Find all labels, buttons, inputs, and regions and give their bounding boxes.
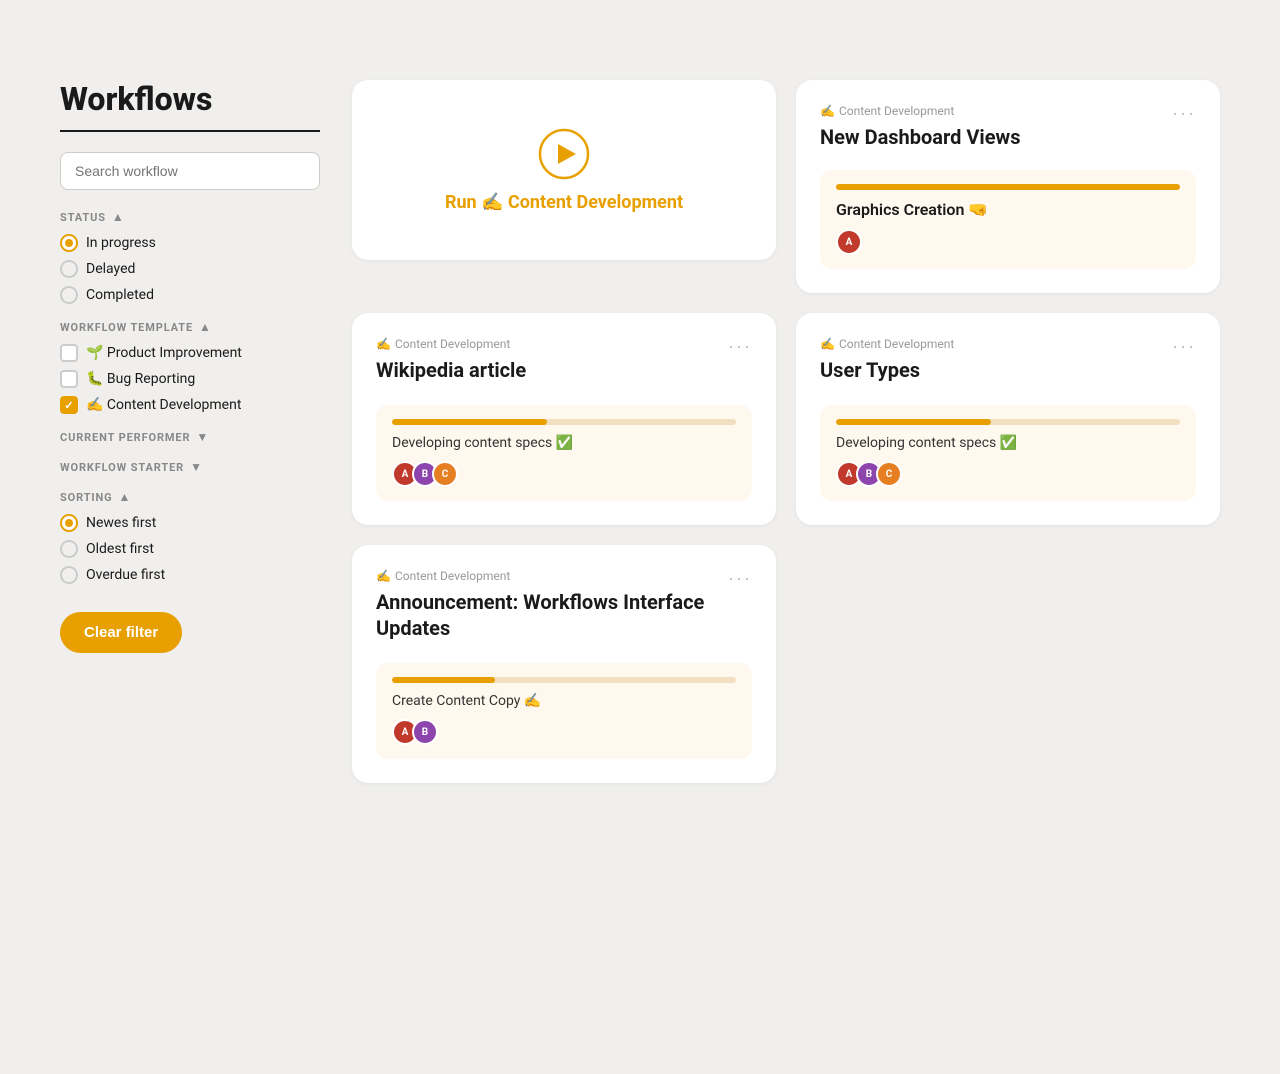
task-card: Graphics Creation 🤜 A — [820, 170, 1196, 269]
avatar: C — [432, 461, 458, 487]
template-checkbox-content[interactable] — [60, 396, 78, 414]
sorting-radio-oldest[interactable] — [60, 540, 78, 558]
more-options-button[interactable]: ··· — [728, 337, 752, 355]
title-divider — [60, 130, 320, 132]
status-radio-completed[interactable] — [60, 286, 78, 304]
card-header: ✍️ Content Development Announcement: Wor… — [376, 569, 752, 655]
card-meta: ✍️ Content Development — [820, 337, 954, 351]
task-name: Developing content specs ✅ — [836, 435, 1180, 451]
status-radio-delayed[interactable] — [60, 260, 78, 278]
meta-icon: ✍️ — [820, 337, 835, 351]
search-input[interactable] — [60, 152, 320, 190]
progress-fill — [392, 677, 495, 683]
sorting-filter-label[interactable]: SORTING ▲ — [60, 490, 320, 504]
progress-fill — [836, 419, 991, 425]
card-title: Wikipedia article — [376, 357, 526, 383]
wikipedia-card: ✍️ Content Development Wikipedia article… — [352, 313, 776, 525]
starter-filter: WORKFLOW STARTER ▼ — [60, 460, 320, 474]
card-header: ✍️ Content Development User Types ··· — [820, 337, 1196, 397]
meta-icon: ✍️ — [376, 569, 391, 583]
sidebar: Workflows STATUS ▲ In progress Delayed C… — [60, 80, 320, 653]
task-name: Graphics Creation 🤜 — [836, 200, 1180, 219]
announcement-card: ✍️ Content Development Announcement: Wor… — [352, 545, 776, 783]
performer-filter-label[interactable]: CURRENT PERFORMER ▼ — [60, 430, 320, 444]
meta-icon: ✍️ — [820, 104, 835, 118]
progress-fill — [392, 419, 547, 425]
meta-icon: ✍️ — [376, 337, 391, 351]
avatar: A — [836, 229, 862, 255]
avatar: B — [412, 719, 438, 745]
card-title: Announcement: Workflows Interface Update… — [376, 589, 728, 641]
template-filter: WORKFLOW TEMPLATE ▲ 🌱 Product Improvemen… — [60, 320, 320, 414]
progress-bar-container — [392, 419, 736, 425]
card-title: New Dashboard Views — [820, 124, 1020, 150]
more-options-button[interactable]: ··· — [1172, 104, 1196, 122]
performer-chevron-icon: ▼ — [196, 430, 209, 444]
performer-filter: CURRENT PERFORMER ▼ — [60, 430, 320, 444]
template-checkbox-product[interactable] — [60, 344, 78, 362]
avatar-group: A — [836, 229, 1180, 255]
starter-chevron-icon: ▼ — [190, 460, 203, 474]
sorting-option-newest[interactable]: Newes first — [60, 514, 320, 532]
sorting-option-oldest[interactable]: Oldest first — [60, 540, 320, 558]
card-title: User Types — [820, 357, 954, 383]
card-header: ✍️ Content Development Wikipedia article… — [376, 337, 752, 397]
template-checkbox-bug[interactable] — [60, 370, 78, 388]
avatar-group: A B C — [392, 461, 736, 487]
template-chevron-icon: ▲ — [199, 320, 212, 334]
main-content: Run ✍️ Content Development ✍️ Content De… — [352, 80, 1220, 783]
status-filter: STATUS ▲ In progress Delayed Completed — [60, 210, 320, 304]
task-card: Developing content specs ✅ A B C — [376, 405, 752, 501]
status-option-delayed[interactable]: Delayed — [60, 260, 320, 278]
task-name: Developing content specs ✅ — [392, 435, 736, 451]
avatar-group: A B — [392, 719, 736, 745]
sorting-filter: SORTING ▲ Newes first Oldest first Overd… — [60, 490, 320, 584]
more-options-button[interactable]: ··· — [1172, 337, 1196, 355]
status-radio-in-progress[interactable] — [60, 234, 78, 252]
sorting-option-overdue[interactable]: Overdue first — [60, 566, 320, 584]
sorting-chevron-icon: ▲ — [119, 490, 132, 504]
user-types-card: ✍️ Content Development User Types ··· De… — [796, 313, 1220, 525]
template-filter-label[interactable]: WORKFLOW TEMPLATE ▲ — [60, 320, 320, 334]
progress-bar-container — [392, 677, 736, 683]
card-meta: ✍️ Content Development — [376, 569, 728, 583]
clear-filter-button[interactable]: Clear filter — [60, 612, 182, 653]
progress-fill — [836, 184, 1180, 190]
task-card: Developing content specs ✅ A B C — [820, 405, 1196, 501]
avatar-group: A B C — [836, 461, 1180, 487]
status-chevron-icon: ▲ — [112, 210, 125, 224]
run-workflow-card: Run ✍️ Content Development — [352, 80, 776, 260]
status-option-in-progress[interactable]: In progress — [60, 234, 320, 252]
card-meta: ✍️ Content Development — [820, 104, 1020, 118]
sorting-radio-overdue[interactable] — [60, 566, 78, 584]
template-option-bug[interactable]: 🐛 Bug Reporting — [60, 370, 320, 388]
sorting-radio-newest[interactable] — [60, 514, 78, 532]
card-meta: ✍️ Content Development — [376, 337, 526, 351]
card-header: ✍️ Content Development New Dashboard Vie… — [820, 104, 1196, 164]
template-option-content[interactable]: ✍️ Content Development — [60, 396, 320, 414]
task-name: Create Content Copy ✍️ — [392, 693, 736, 709]
page-title: Workflows — [60, 80, 320, 118]
more-options-button[interactable]: ··· — [728, 569, 752, 587]
progress-bar-container — [836, 184, 1180, 190]
task-card: Create Content Copy ✍️ A B — [376, 663, 752, 759]
play-icon[interactable] — [538, 128, 590, 180]
status-option-completed[interactable]: Completed — [60, 286, 320, 304]
starter-filter-label[interactable]: WORKFLOW STARTER ▼ — [60, 460, 320, 474]
avatar: C — [876, 461, 902, 487]
progress-bar-container — [836, 419, 1180, 425]
status-filter-label[interactable]: STATUS ▲ — [60, 210, 320, 224]
run-workflow-link[interactable]: Run ✍️ Content Development — [445, 192, 683, 213]
template-option-product[interactable]: 🌱 Product Improvement — [60, 344, 320, 362]
new-dashboard-card: ✍️ Content Development New Dashboard Vie… — [796, 80, 1220, 293]
